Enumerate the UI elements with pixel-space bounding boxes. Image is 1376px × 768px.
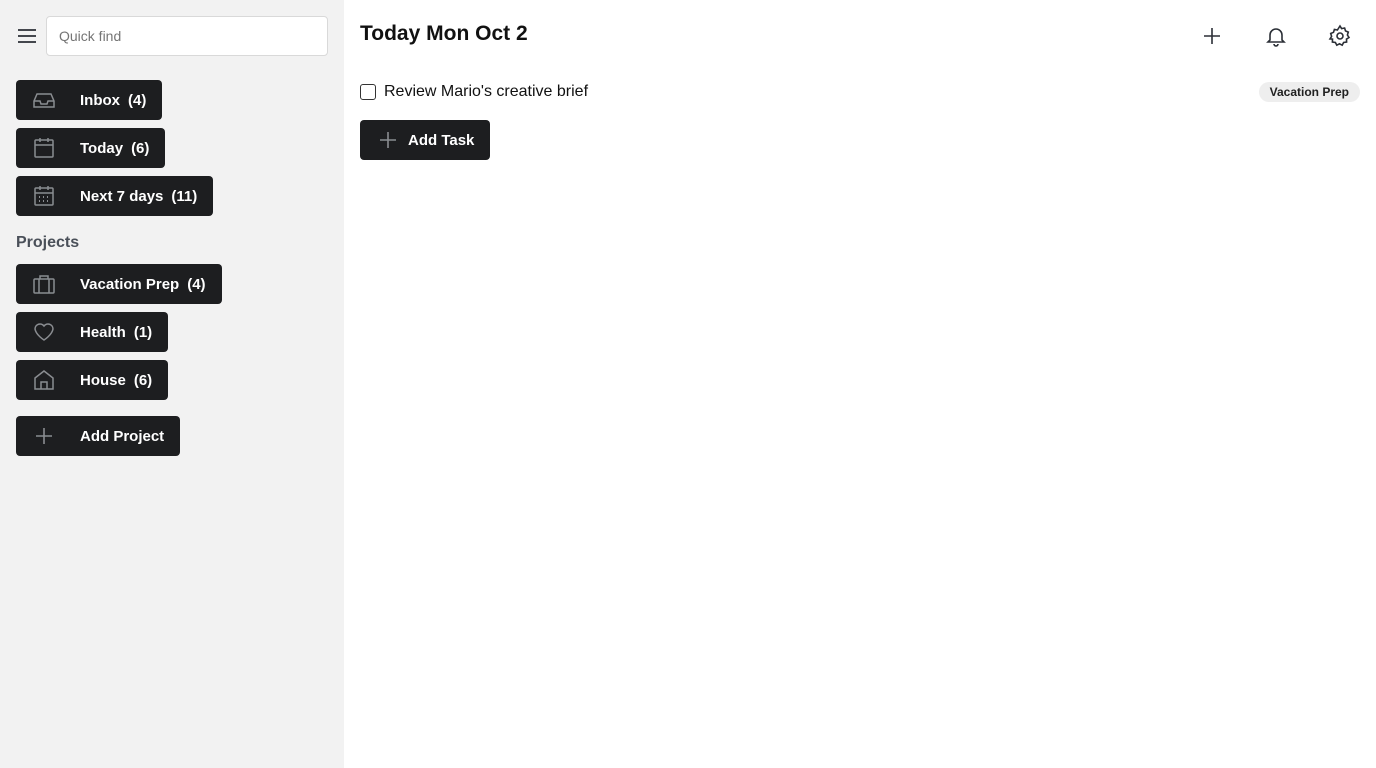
main-content: Today Mon Oct 2 Review Mario's creative … (344, 0, 1376, 768)
sidebar-item-inbox[interactable]: Inbox (4) (16, 80, 163, 120)
add-project-button[interactable]: Add Project (16, 416, 181, 456)
calendar-week-icon (32, 184, 56, 208)
add-task-button[interactable]: Add Task (360, 120, 491, 160)
task-checkbox[interactable] (360, 84, 376, 100)
heart-icon (32, 320, 56, 344)
project-label: Vacation Prep (80, 275, 180, 293)
page-title-label: Today (360, 22, 421, 45)
plus-icon (376, 128, 400, 152)
suitcase-icon (32, 272, 56, 296)
sidebar-item-today[interactable]: Today (6) (16, 128, 166, 168)
hamburger-menu-icon[interactable] (14, 24, 40, 48)
sidebar-item-label: Today (80, 139, 124, 157)
add-icon[interactable] (1192, 16, 1232, 56)
page-title: Today Mon Oct 2 (360, 22, 528, 46)
bell-icon[interactable] (1256, 16, 1296, 56)
project-count: (4) (187, 275, 206, 293)
add-task-label: Add Task (408, 131, 475, 149)
add-project-label: Add Project (80, 427, 165, 445)
sidebar-item-label: Next 7 days (80, 187, 164, 205)
sidebar-item-count: (4) (128, 91, 147, 109)
sidebar-project-health[interactable]: Health (1) (16, 312, 169, 352)
sidebar-project-vacation-prep[interactable]: Vacation Prep (4) (16, 264, 222, 304)
sidebar-item-next-7-days[interactable]: Next 7 days (11) (16, 176, 214, 216)
project-label: House (80, 371, 126, 389)
project-count: (6) (133, 371, 153, 389)
task-row: Review Mario's creative brief Vacation P… (360, 78, 1360, 106)
sidebar-item-count: (11) (171, 187, 198, 205)
calendar-icon (32, 136, 56, 160)
inbox-icon (32, 88, 56, 112)
app-root: Inbox (4) Today (6) Next 7 days (11) Pro… (0, 0, 1376, 768)
header-toolbar (1192, 16, 1360, 56)
sidebar-project-house[interactable]: House (6) (16, 360, 169, 400)
project-count: (1) (133, 323, 153, 341)
gear-icon[interactable] (1320, 16, 1360, 56)
search-input[interactable] (46, 16, 328, 56)
page-title-date: Mon Oct 2 (426, 22, 528, 45)
house-icon (32, 368, 56, 392)
projects-heading: Projects (16, 234, 80, 251)
plus-icon (32, 424, 56, 448)
task-project-badge[interactable]: Vacation Prep (1258, 82, 1360, 102)
project-label: Health (80, 323, 126, 341)
sidebar: Inbox (4) Today (6) Next 7 days (11) Pro… (0, 0, 344, 768)
sidebar-item-label: Inbox (80, 91, 120, 109)
task-title: Review Mario's creative brief (384, 83, 589, 100)
sidebar-item-count: (6) (131, 139, 150, 157)
